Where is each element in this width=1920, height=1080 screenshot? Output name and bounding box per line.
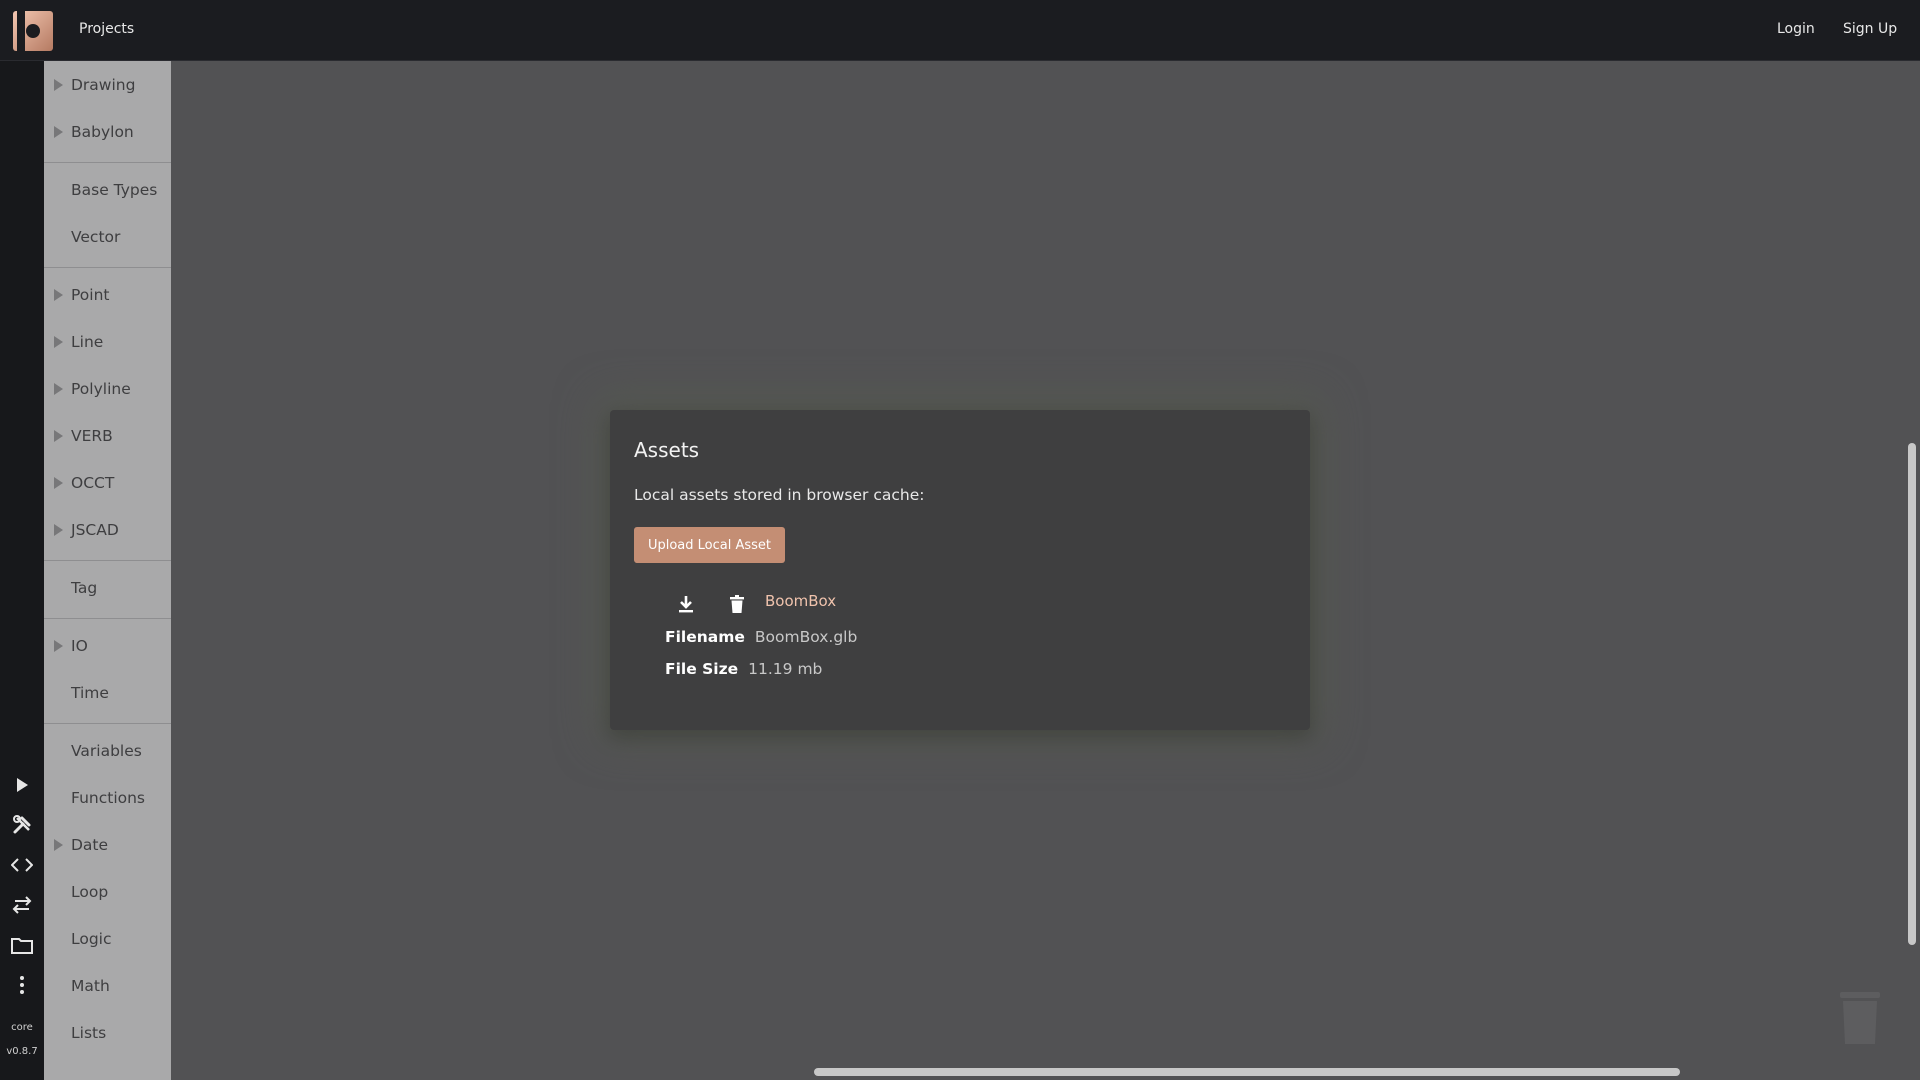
- category-base-types[interactable]: Base Types: [44, 181, 171, 219]
- category-panel: Drawing Babylon Base Types Vector Point …: [44, 61, 171, 1080]
- tools-icon[interactable]: [10, 813, 34, 837]
- login-link[interactable]: Login: [1777, 21, 1815, 37]
- asset-filesize-row: File Size 11.19 mb: [665, 660, 822, 678]
- projects-link[interactable]: Projects: [79, 21, 134, 37]
- code-icon[interactable]: [10, 853, 34, 877]
- category-lists[interactable]: Lists: [44, 1024, 171, 1062]
- category-logic[interactable]: Logic: [44, 930, 171, 968]
- category-io[interactable]: IO: [44, 637, 171, 675]
- asset-filename-row: Filename BoomBox.glb: [665, 628, 857, 646]
- category-time[interactable]: Time: [44, 684, 171, 722]
- assets-dialog: Assets Local assets stored in browser ca…: [610, 410, 1310, 730]
- category-jscad[interactable]: JSCAD: [44, 521, 171, 559]
- expand-arrow-icon: [54, 383, 63, 395]
- filesize-label: File Size: [665, 660, 739, 678]
- dialog-title: Assets: [634, 438, 700, 462]
- category-occt[interactable]: OCCT: [44, 474, 171, 512]
- category-drawing[interactable]: Drawing: [44, 76, 171, 114]
- expand-arrow-icon: [54, 336, 63, 348]
- category-math[interactable]: Math: [44, 977, 171, 1015]
- category-divider: [44, 618, 171, 619]
- filename-label: Filename: [665, 628, 745, 646]
- category-verb[interactable]: VERB: [44, 427, 171, 465]
- category-date[interactable]: Date: [44, 836, 171, 874]
- category-point[interactable]: Point: [44, 286, 171, 324]
- category-divider: [44, 162, 171, 163]
- bitbybit-logo[interactable]: [13, 11, 53, 51]
- category-loop[interactable]: Loop: [44, 883, 171, 921]
- expand-arrow-icon: [54, 430, 63, 442]
- left-tool-rail: core v0.8.7: [0, 61, 44, 1080]
- category-variables[interactable]: Variables: [44, 742, 171, 780]
- expand-arrow-icon: [54, 79, 63, 91]
- delete-icon[interactable]: [726, 593, 748, 615]
- signup-link[interactable]: Sign Up: [1843, 21, 1897, 37]
- category-divider: [44, 723, 171, 724]
- folder-icon[interactable]: [10, 933, 34, 957]
- version-label: v0.8.7: [6, 1046, 38, 1057]
- swap-icon[interactable]: [10, 893, 34, 917]
- play-icon[interactable]: [10, 773, 34, 797]
- category-babylon[interactable]: Babylon: [44, 123, 171, 161]
- horizontal-scrollbar[interactable]: [814, 1068, 1680, 1076]
- dialog-description: Local assets stored in browser cache:: [634, 486, 925, 504]
- expand-arrow-icon: [54, 126, 63, 138]
- category-line[interactable]: Line: [44, 333, 171, 371]
- filename-value: BoomBox.glb: [754, 628, 858, 646]
- category-functions[interactable]: Functions: [44, 789, 171, 827]
- download-icon[interactable]: [675, 593, 697, 615]
- core-label: core: [11, 1022, 33, 1033]
- upload-local-asset-button[interactable]: Upload Local Asset: [634, 527, 785, 563]
- expand-arrow-icon: [54, 477, 63, 489]
- category-divider: [44, 267, 171, 268]
- category-tag[interactable]: Tag: [44, 579, 171, 617]
- more-vertical-icon[interactable]: [10, 973, 34, 997]
- expand-arrow-icon: [54, 839, 63, 851]
- expand-arrow-icon: [54, 289, 63, 301]
- asset-name-link[interactable]: BoomBox: [765, 592, 836, 610]
- vertical-scrollbar[interactable]: [1908, 443, 1916, 945]
- category-divider: [44, 560, 171, 561]
- filesize-value: 11.19 mb: [748, 660, 823, 678]
- category-polyline[interactable]: Polyline: [44, 380, 171, 418]
- category-vector[interactable]: Vector: [44, 228, 171, 266]
- expand-arrow-icon: [54, 640, 63, 652]
- trash-bin-icon[interactable]: [1840, 992, 1880, 1044]
- expand-arrow-icon: [54, 524, 63, 536]
- top-navigation-bar: Projects Login Sign Up: [0, 0, 1920, 61]
